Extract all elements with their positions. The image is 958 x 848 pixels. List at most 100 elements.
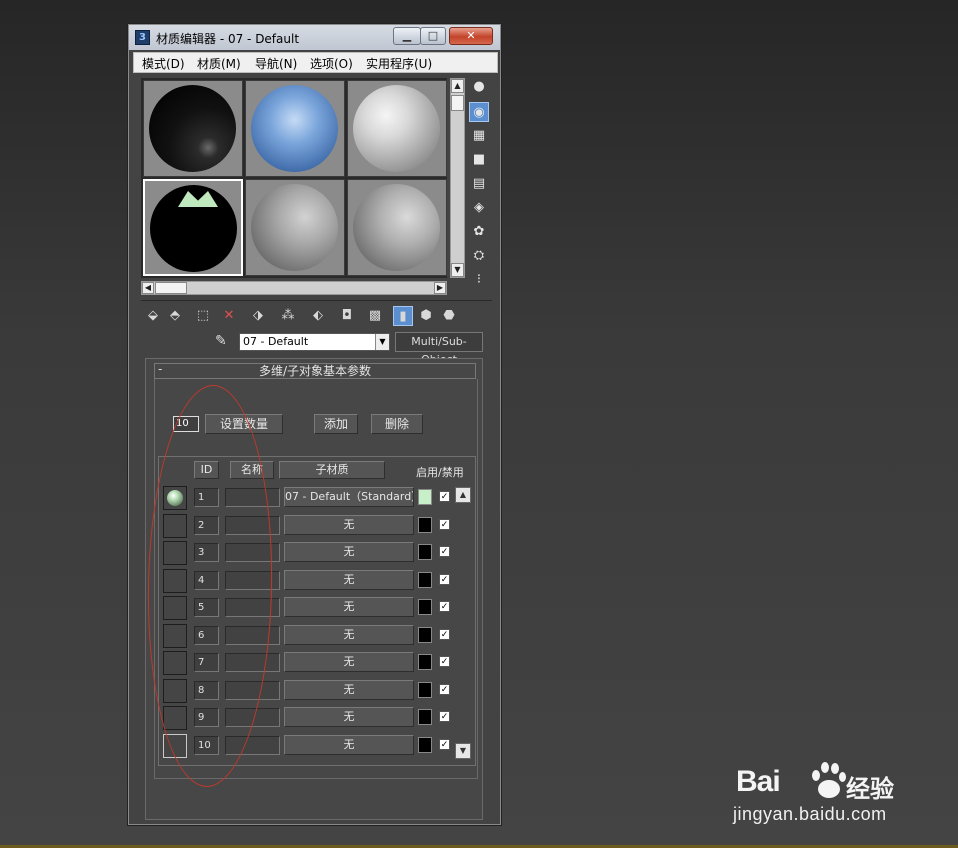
title-bar[interactable]: 3 材质编辑器 - 07 - Default ▁ □ ✕ (129, 25, 500, 50)
menu-mode[interactable]: 模式(D) (142, 55, 185, 72)
menu-options[interactable]: 选项(O) (310, 55, 353, 72)
id-field[interactable]: 2 (194, 516, 219, 535)
get-material-icon[interactable]: ⬙ (143, 306, 163, 326)
enable-checkbox[interactable]: ✓ (439, 656, 450, 667)
sub-material-button[interactable]: 无 (284, 625, 414, 645)
name-field[interactable] (225, 571, 280, 590)
maximize-button[interactable]: □ (420, 27, 446, 45)
slots-horizontal-scrollbar[interactable]: ◀ ▶ (141, 281, 447, 295)
sub-material-button[interactable]: 无 (284, 652, 414, 672)
sub-material-swatch[interactable] (163, 486, 187, 510)
enable-checkbox[interactable]: ✓ (439, 711, 450, 722)
chevron-down-icon[interactable]: ▼ (375, 334, 389, 350)
id-field[interactable]: 4 (194, 571, 219, 590)
id-field[interactable]: 9 (194, 708, 219, 727)
name-field[interactable] (225, 736, 280, 755)
sub-material-button[interactable]: 无 (284, 515, 414, 535)
make-material-copy-icon[interactable]: ⬗ (248, 306, 268, 326)
video-color-check-icon[interactable]: ▤ (469, 174, 489, 194)
material-map-navigator-icon[interactable]: ⁝ (469, 270, 489, 290)
sub-material-button[interactable]: 无 (284, 570, 414, 590)
sub-material-swatch[interactable] (163, 569, 187, 593)
sub-material-button[interactable]: 无 (284, 680, 414, 700)
color-swatch[interactable] (418, 572, 432, 588)
material-slot-6[interactable] (347, 179, 447, 276)
sub-material-swatch[interactable] (163, 596, 187, 620)
material-slot-4-active[interactable] (143, 179, 243, 276)
color-swatch[interactable] (418, 627, 432, 643)
close-button[interactable]: ✕ (449, 27, 493, 45)
name-field[interactable] (225, 708, 280, 727)
name-field[interactable] (225, 516, 280, 535)
material-name-field[interactable]: 07 - Default ▼ (239, 333, 390, 351)
add-button[interactable]: 添加 (314, 414, 358, 434)
color-swatch[interactable] (418, 489, 432, 505)
material-slot-2[interactable] (245, 80, 345, 177)
enable-checkbox[interactable]: ✓ (439, 574, 450, 585)
color-swatch[interactable] (418, 709, 432, 725)
enable-checkbox[interactable]: ✓ (439, 546, 450, 557)
sub-material-button[interactable]: 无 (284, 542, 414, 562)
put-to-library-icon[interactable]: ⬖ (308, 306, 328, 326)
id-field[interactable]: 8 (194, 681, 219, 700)
color-swatch[interactable] (418, 737, 432, 753)
show-end-result-icon[interactable]: ▮ (393, 306, 413, 326)
background-checker-icon[interactable]: ▦ (469, 126, 489, 146)
sub-material-swatch[interactable] (163, 706, 187, 730)
name-field[interactable] (225, 543, 280, 562)
id-field[interactable]: 1 (194, 488, 219, 507)
put-material-to-scene-icon[interactable]: ⬘ (165, 306, 185, 326)
set-number-button[interactable]: 设置数量 (205, 414, 283, 434)
material-type-button[interactable]: Multi/Sub-Object (395, 332, 483, 366)
name-field[interactable] (225, 653, 280, 672)
scroll-up-icon[interactable]: ▲ (451, 79, 464, 93)
material-slot-5[interactable] (245, 179, 345, 276)
make-unique-icon[interactable]: ⁂ (278, 306, 298, 326)
show-map-in-viewport-icon[interactable]: ▩ (365, 306, 385, 326)
make-preview-icon[interactable]: ◈ (469, 198, 489, 218)
name-field[interactable] (225, 626, 280, 645)
scroll-left-icon[interactable]: ◀ (142, 282, 154, 294)
color-swatch[interactable] (418, 654, 432, 670)
enable-checkbox[interactable]: ✓ (439, 491, 450, 502)
rollout-header[interactable]: - 多维/子对象基本参数 (154, 362, 476, 379)
count-field[interactable]: 10 (173, 416, 199, 432)
sub-material-swatch[interactable] (163, 651, 187, 675)
scroll-right-icon[interactable]: ▶ (434, 282, 446, 294)
name-field[interactable] (225, 488, 280, 507)
minimize-button[interactable]: ▁ (393, 27, 421, 45)
menu-material[interactable]: 材质(M) (197, 55, 241, 72)
sub-material-button[interactable]: 无 (284, 735, 414, 755)
enable-checkbox[interactable]: ✓ (439, 601, 450, 612)
sub-material-swatch[interactable] (163, 734, 187, 758)
name-field[interactable] (225, 598, 280, 617)
sub-material-button[interactable]: 无 (284, 597, 414, 617)
material-id-channel-icon[interactable]: ◘ (337, 306, 357, 326)
menu-navigation[interactable]: 导航(N) (255, 55, 297, 72)
material-slot-1[interactable] (143, 80, 243, 177)
id-field[interactable]: 6 (194, 626, 219, 645)
sample-type-icon[interactable]: ● (469, 77, 489, 97)
column-header-id[interactable]: ID (194, 461, 219, 479)
sample-uv-tiling-icon[interactable]: ■ (469, 150, 489, 170)
column-header-sub-material[interactable]: 子材质 (279, 461, 385, 479)
go-forward-to-sibling-icon[interactable]: ⬣ (439, 306, 459, 326)
scroll-down-icon[interactable]: ▼ (455, 743, 471, 759)
name-field[interactable] (225, 681, 280, 700)
id-field[interactable]: 5 (194, 598, 219, 617)
go-to-parent-icon[interactable]: ⬢ (416, 306, 436, 326)
scroll-thumb[interactable] (451, 95, 464, 111)
options-icon[interactable]: ✿ (469, 222, 489, 242)
scroll-thumb[interactable] (155, 282, 187, 294)
sub-material-button[interactable]: 无 (284, 707, 414, 727)
assign-material-icon[interactable]: ⬚ (193, 306, 213, 326)
backlight-icon[interactable]: ◉ (469, 102, 489, 122)
material-slot-3[interactable] (347, 80, 447, 177)
sub-material-swatch[interactable] (163, 679, 187, 703)
sub-material-swatch[interactable] (163, 624, 187, 648)
enable-checkbox[interactable]: ✓ (439, 519, 450, 530)
delete-button[interactable]: 删除 (371, 414, 423, 434)
column-header-name[interactable]: 名称 (230, 461, 274, 479)
color-swatch[interactable] (418, 544, 432, 560)
eyedropper-icon[interactable]: ✎ (215, 333, 231, 351)
